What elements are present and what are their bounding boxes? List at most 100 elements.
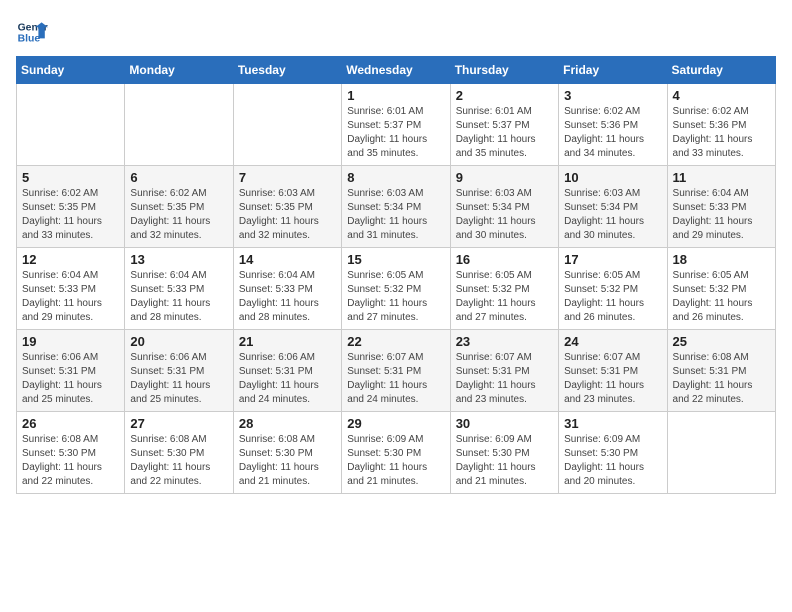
- calendar-cell: 25 Sunrise: 6:08 AM Sunset: 5:31 PM Dayli…: [667, 330, 775, 412]
- calendar-cell: 22 Sunrise: 6:07 AM Sunset: 5:31 PM Dayli…: [342, 330, 450, 412]
- weekday-header-row: SundayMondayTuesdayWednesdayThursdayFrid…: [17, 57, 776, 84]
- day-info: Sunrise: 6:06 AM Sunset: 5:31 PM Dayligh…: [130, 351, 227, 407]
- calendar-cell: 17 Sunrise: 6:05 AM Sunset: 5:32 PM Dayli…: [559, 248, 667, 330]
- day-info: Sunrise: 6:07 AM Sunset: 5:31 PM Dayligh…: [564, 351, 661, 407]
- calendar-cell: 29Sunrise: 6:09 AM Sunset: 5:30 PM Dayli…: [342, 412, 450, 494]
- day-info: Sunrise: 6:09 AM Sunset: 5:30 PM Dayligh…: [564, 433, 661, 489]
- day-info: Sunrise: 6:09 AM Sunset: 5:30 PM Dayligh…: [456, 433, 553, 489]
- day-info: Sunrise: 6:05 AM Sunset: 5:32 PM Dayligh…: [564, 269, 661, 325]
- calendar-week-2: 5 Sunrise: 6:02 AM Sunset: 5:35 PM Daylig…: [17, 166, 776, 248]
- day-number: 27: [130, 416, 227, 431]
- day-info: Sunrise: 6:02 AM Sunset: 5:36 PM Dayligh…: [673, 105, 770, 161]
- day-number: 5: [22, 170, 119, 185]
- day-number: 6: [130, 170, 227, 185]
- calendar-table: SundayMondayTuesdayWednesdayThursdayFrid…: [16, 56, 776, 494]
- calendar-cell: 4Sunrise: 6:02 AM Sunset: 5:36 PM Daylig…: [667, 84, 775, 166]
- day-info: Sunrise: 6:08 AM Sunset: 5:30 PM Dayligh…: [22, 433, 119, 489]
- calendar-cell: 13 Sunrise: 6:04 AM Sunset: 5:33 PM Dayli…: [125, 248, 233, 330]
- calendar-week-3: 12 Sunrise: 6:04 AM Sunset: 5:33 PM Dayli…: [17, 248, 776, 330]
- day-number: 16: [456, 252, 553, 267]
- calendar-cell: 15 Sunrise: 6:05 AM Sunset: 5:32 PM Dayli…: [342, 248, 450, 330]
- day-info: Sunrise: 6:03 AM Sunset: 5:34 PM Dayligh…: [347, 187, 444, 243]
- svg-text:Blue: Blue: [18, 34, 41, 45]
- weekday-header-wednesday: Wednesday: [342, 57, 450, 84]
- day-number: 21: [239, 334, 336, 349]
- calendar-week-4: 19Sunrise: 6:06 AM Sunset: 5:31 PM Dayli…: [17, 330, 776, 412]
- calendar-cell: 6 Sunrise: 6:02 AM Sunset: 5:35 PM Daylig…: [125, 166, 233, 248]
- day-number: 20: [130, 334, 227, 349]
- day-info: Sunrise: 6:06 AM Sunset: 5:31 PM Dayligh…: [22, 351, 119, 407]
- calendar-cell: 18Sunrise: 6:05 AM Sunset: 5:32 PM Dayli…: [667, 248, 775, 330]
- day-info: Sunrise: 6:07 AM Sunset: 5:31 PM Dayligh…: [347, 351, 444, 407]
- calendar-cell: 19Sunrise: 6:06 AM Sunset: 5:31 PM Dayli…: [17, 330, 125, 412]
- day-number: 8: [347, 170, 444, 185]
- calendar-cell: 24Sunrise: 6:07 AM Sunset: 5:31 PM Dayli…: [559, 330, 667, 412]
- day-number: 15: [347, 252, 444, 267]
- calendar-cell: 9 Sunrise: 6:03 AM Sunset: 5:34 PM Daylig…: [450, 166, 558, 248]
- page-header: General Blue: [16, 16, 776, 48]
- day-number: 1: [347, 88, 444, 103]
- day-info: Sunrise: 6:01 AM Sunset: 5:37 PM Dayligh…: [347, 105, 444, 161]
- calendar-cell: 27 Sunrise: 6:08 AM Sunset: 5:30 PM Dayli…: [125, 412, 233, 494]
- calendar-cell: 7Sunrise: 6:03 AM Sunset: 5:35 PM Daylig…: [233, 166, 341, 248]
- day-info: Sunrise: 6:04 AM Sunset: 5:33 PM Dayligh…: [22, 269, 119, 325]
- day-info: Sunrise: 6:05 AM Sunset: 5:32 PM Dayligh…: [347, 269, 444, 325]
- calendar-cell: [17, 84, 125, 166]
- calendar-week-5: 26 Sunrise: 6:08 AM Sunset: 5:30 PM Dayli…: [17, 412, 776, 494]
- weekday-header-thursday: Thursday: [450, 57, 558, 84]
- calendar-cell: 16 Sunrise: 6:05 AM Sunset: 5:32 PM Dayli…: [450, 248, 558, 330]
- day-info: Sunrise: 6:02 AM Sunset: 5:36 PM Dayligh…: [564, 105, 661, 161]
- calendar-cell: 3 Sunrise: 6:02 AM Sunset: 5:36 PM Daylig…: [559, 84, 667, 166]
- day-number: 13: [130, 252, 227, 267]
- day-info: Sunrise: 6:04 AM Sunset: 5:33 PM Dayligh…: [239, 269, 336, 325]
- calendar-cell: [233, 84, 341, 166]
- day-info: Sunrise: 6:02 AM Sunset: 5:35 PM Dayligh…: [130, 187, 227, 243]
- calendar-cell: 23 Sunrise: 6:07 AM Sunset: 5:31 PM Dayli…: [450, 330, 558, 412]
- day-info: Sunrise: 6:02 AM Sunset: 5:35 PM Dayligh…: [22, 187, 119, 243]
- day-info: Sunrise: 6:03 AM Sunset: 5:34 PM Dayligh…: [564, 187, 661, 243]
- weekday-header-saturday: Saturday: [667, 57, 775, 84]
- day-info: Sunrise: 6:07 AM Sunset: 5:31 PM Dayligh…: [456, 351, 553, 407]
- day-info: Sunrise: 6:04 AM Sunset: 5:33 PM Dayligh…: [130, 269, 227, 325]
- day-number: 2: [456, 88, 553, 103]
- calendar-cell: 5 Sunrise: 6:02 AM Sunset: 5:35 PM Daylig…: [17, 166, 125, 248]
- day-info: Sunrise: 6:08 AM Sunset: 5:31 PM Dayligh…: [673, 351, 770, 407]
- day-info: Sunrise: 6:03 AM Sunset: 5:34 PM Dayligh…: [456, 187, 553, 243]
- day-number: 9: [456, 170, 553, 185]
- calendar-cell: 10Sunrise: 6:03 AM Sunset: 5:34 PM Dayli…: [559, 166, 667, 248]
- calendar-cell: [125, 84, 233, 166]
- day-number: 31: [564, 416, 661, 431]
- calendar-cell: 1 Sunrise: 6:01 AM Sunset: 5:37 PM Daylig…: [342, 84, 450, 166]
- weekday-header-sunday: Sunday: [17, 57, 125, 84]
- day-number: 29: [347, 416, 444, 431]
- day-number: 25: [673, 334, 770, 349]
- day-number: 23: [456, 334, 553, 349]
- day-info: Sunrise: 6:01 AM Sunset: 5:37 PM Dayligh…: [456, 105, 553, 161]
- day-info: Sunrise: 6:06 AM Sunset: 5:31 PM Dayligh…: [239, 351, 336, 407]
- day-number: 12: [22, 252, 119, 267]
- calendar-cell: 30Sunrise: 6:09 AM Sunset: 5:30 PM Dayli…: [450, 412, 558, 494]
- weekday-header-monday: Monday: [125, 57, 233, 84]
- day-info: Sunrise: 6:08 AM Sunset: 5:30 PM Dayligh…: [130, 433, 227, 489]
- calendar-week-1: 1 Sunrise: 6:01 AM Sunset: 5:37 PM Daylig…: [17, 84, 776, 166]
- calendar-cell: 12 Sunrise: 6:04 AM Sunset: 5:33 PM Dayli…: [17, 248, 125, 330]
- day-number: 3: [564, 88, 661, 103]
- calendar-cell: 14Sunrise: 6:04 AM Sunset: 5:33 PM Dayli…: [233, 248, 341, 330]
- day-info: Sunrise: 6:05 AM Sunset: 5:32 PM Dayligh…: [456, 269, 553, 325]
- logo: General Blue: [16, 16, 48, 48]
- day-number: 17: [564, 252, 661, 267]
- weekday-header-tuesday: Tuesday: [233, 57, 341, 84]
- calendar-cell: 26 Sunrise: 6:08 AM Sunset: 5:30 PM Dayli…: [17, 412, 125, 494]
- calendar-cell: 2 Sunrise: 6:01 AM Sunset: 5:37 PM Daylig…: [450, 84, 558, 166]
- calendar-cell: 21 Sunrise: 6:06 AM Sunset: 5:31 PM Dayli…: [233, 330, 341, 412]
- calendar-cell: 31 Sunrise: 6:09 AM Sunset: 5:30 PM Dayli…: [559, 412, 667, 494]
- logo-icon: General Blue: [16, 16, 48, 48]
- day-number: 26: [22, 416, 119, 431]
- day-info: Sunrise: 6:03 AM Sunset: 5:35 PM Dayligh…: [239, 187, 336, 243]
- day-info: Sunrise: 6:04 AM Sunset: 5:33 PM Dayligh…: [673, 187, 770, 243]
- weekday-header-friday: Friday: [559, 57, 667, 84]
- day-number: 28: [239, 416, 336, 431]
- day-number: 18: [673, 252, 770, 267]
- calendar-cell: 8 Sunrise: 6:03 AM Sunset: 5:34 PM Daylig…: [342, 166, 450, 248]
- day-number: 22: [347, 334, 444, 349]
